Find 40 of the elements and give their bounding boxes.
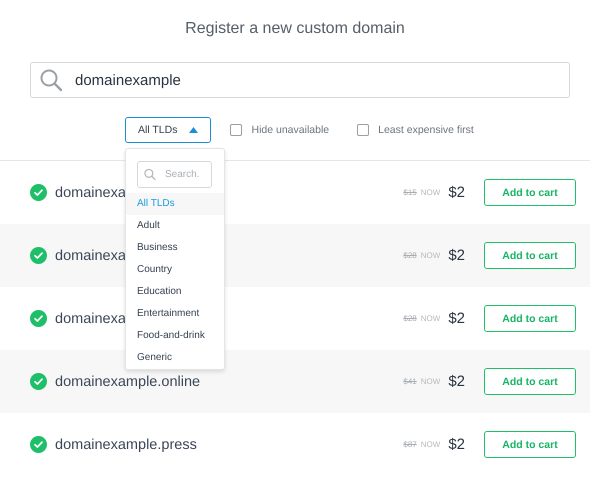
old-price: $41 xyxy=(403,377,417,386)
domain-name: domainexa xyxy=(55,310,126,326)
search-icon xyxy=(144,168,156,181)
checkbox-label: Least expensive first xyxy=(378,124,474,136)
old-price: $15 xyxy=(403,188,417,197)
old-price: $87 xyxy=(403,440,417,449)
price: $2 xyxy=(448,310,465,327)
dropdown-item[interactable]: Adult xyxy=(126,215,224,237)
now-label: NOW xyxy=(420,314,440,323)
checkbox[interactable] xyxy=(230,124,242,136)
now-label: NOW xyxy=(420,377,440,386)
domain-name: domainexample.online xyxy=(55,374,200,390)
now-label: NOW xyxy=(420,188,440,197)
price: $2 xyxy=(448,247,465,264)
price: $2 xyxy=(448,436,465,453)
checkbox[interactable] xyxy=(357,124,370,136)
caret-icon xyxy=(189,127,198,133)
search-field[interactable]: domainexample xyxy=(30,62,570,98)
old-price: $28 xyxy=(403,314,417,323)
price: $2 xyxy=(448,184,465,201)
dropdown-item[interactable]: Education xyxy=(126,281,224,303)
dropdown-item[interactable]: Entertainment xyxy=(126,303,224,325)
tld-select[interactable]: All TLDs xyxy=(125,117,212,143)
domain-query-input[interactable]: domainexample xyxy=(73,70,477,90)
now-label: NOW xyxy=(420,251,440,260)
dropdown-item[interactable]: Country xyxy=(126,259,224,281)
tld-filter-input[interactable]: Search. xyxy=(163,168,211,181)
old-price: $28 xyxy=(403,251,417,260)
checkbox-label: Hide unavailable xyxy=(251,124,330,136)
price: $2 xyxy=(448,373,465,390)
domain-name: domainexa xyxy=(55,184,126,200)
domain-name: domainexa xyxy=(55,248,126,264)
domain-name: domainexample.press xyxy=(55,436,197,452)
dropdown-item[interactable]: Business xyxy=(126,237,224,259)
page-title: Register a new custom domain xyxy=(184,19,406,39)
now-label: NOW xyxy=(420,440,440,449)
dropdown-search-field[interactable]: Search. xyxy=(137,161,212,188)
dropdown-item[interactable]: Food-and-drink xyxy=(126,325,224,347)
dropdown-item[interactable]: Generic xyxy=(126,347,224,369)
search-icon xyxy=(39,68,63,92)
